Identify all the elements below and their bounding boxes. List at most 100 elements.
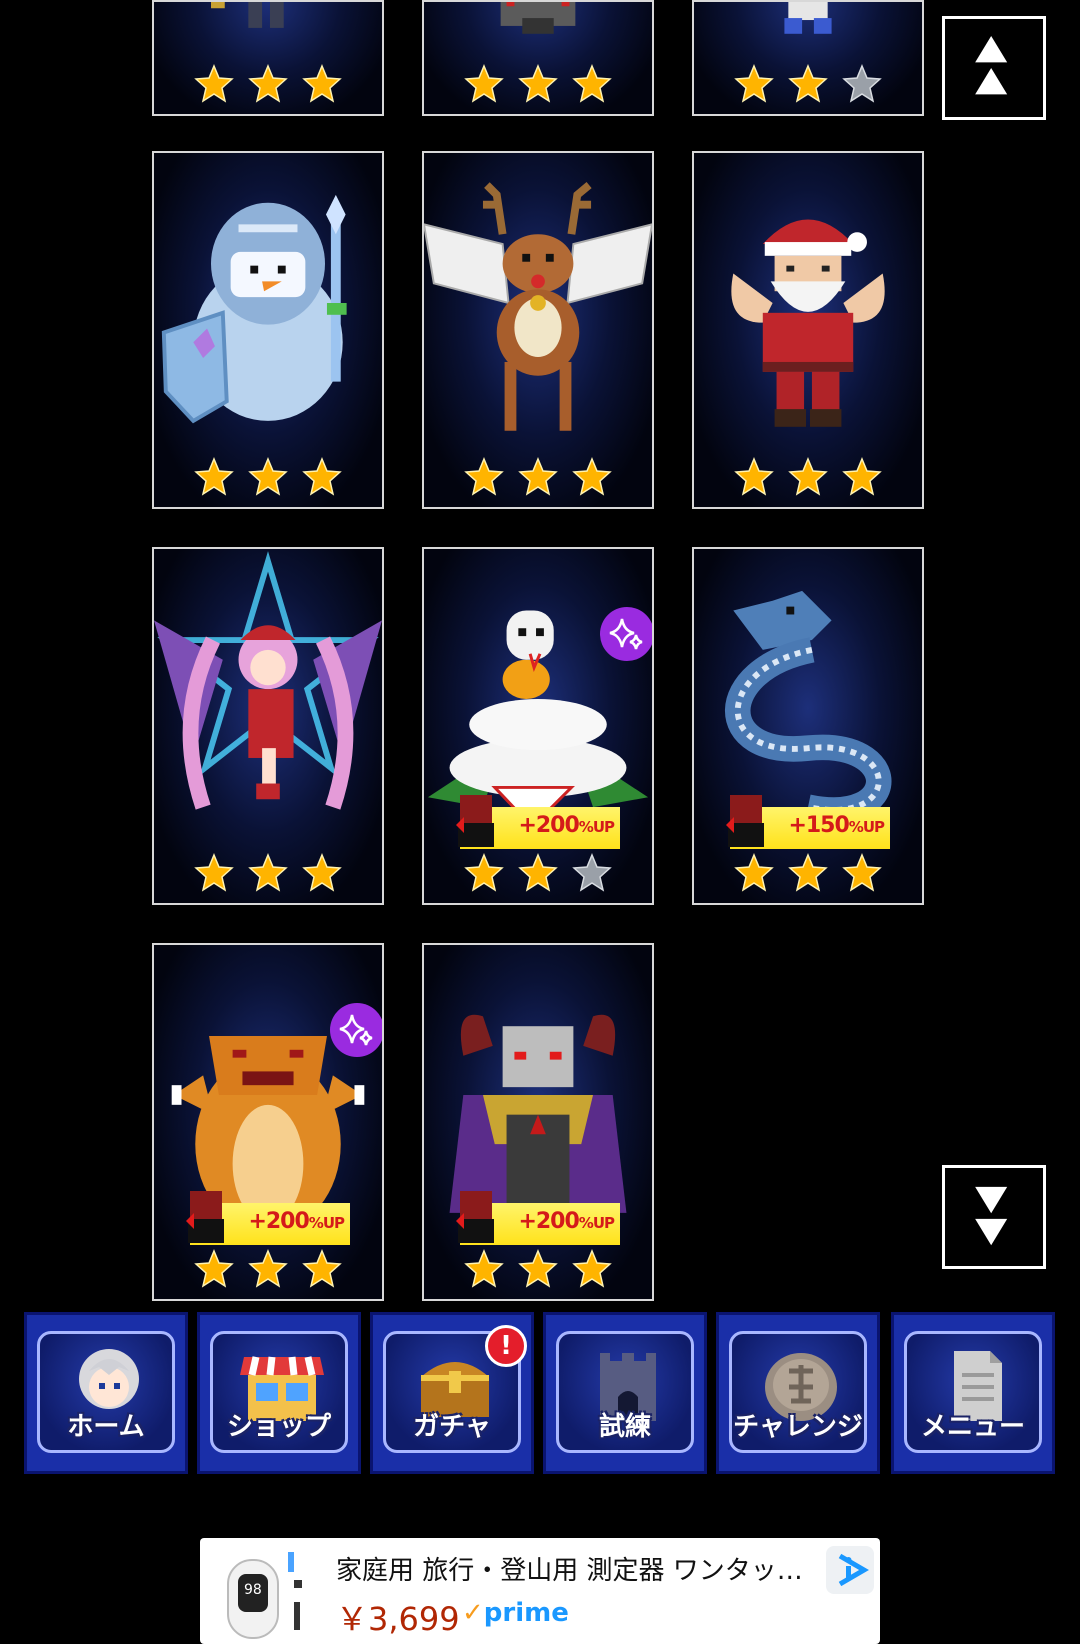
muscle-santa-art <box>731 219 885 427</box>
ad-info-button[interactable] <box>826 1546 874 1594</box>
star-filled-icon <box>302 64 342 103</box>
double-up-arrow-icon <box>975 35 1008 95</box>
star-filled-icon <box>788 457 828 496</box>
star-filled-icon <box>518 64 558 103</box>
character-card[interactable]: +200%UP <box>152 943 384 1301</box>
bonus-unit: %UP <box>848 818 885 836</box>
nav-label: ホーム <box>67 1412 145 1442</box>
bonus-unit: %UP <box>578 1214 615 1232</box>
character-art <box>500 2 576 34</box>
prime-badge: ✓prime <box>462 1598 569 1628</box>
star-filled-icon <box>248 64 288 103</box>
nav-label: メニュー <box>920 1412 1025 1442</box>
character-art <box>784 2 832 34</box>
star-filled-icon <box>518 853 558 892</box>
sparkle-icon <box>600 607 652 661</box>
star-filled-icon <box>518 457 558 496</box>
star-rating <box>424 64 652 104</box>
ad-info-icon <box>838 1553 869 1587</box>
character-card[interactable] <box>152 0 384 116</box>
event-emblem-icon <box>726 795 764 847</box>
star-filled-icon <box>518 1249 558 1288</box>
nav-label: ガチャ <box>413 1412 491 1442</box>
character-card[interactable]: +200%UP <box>422 547 654 905</box>
star-filled-icon <box>194 457 234 496</box>
bonus-value: +200 <box>518 813 579 838</box>
snowman-knight-art <box>161 194 347 424</box>
nav-challenge-button[interactable]: チャレンジ <box>716 1312 880 1474</box>
character-card[interactable] <box>692 0 924 116</box>
event-emblem-icon <box>456 1191 494 1243</box>
scroll-top-button[interactable] <box>942 16 1046 120</box>
character-card[interactable] <box>422 0 654 116</box>
star-filled-icon <box>464 457 504 496</box>
double-down-arrow-icon <box>975 1186 1008 1246</box>
thumbnail-reading: 98 <box>244 1582 262 1598</box>
star-filled-icon <box>734 64 774 103</box>
star-filled-icon <box>302 457 342 496</box>
nav-trial-button[interactable]: 試練 <box>543 1312 707 1474</box>
star-filled-icon <box>842 853 882 892</box>
star-filled-icon <box>302 1249 342 1288</box>
nav-label: ショップ <box>226 1412 331 1442</box>
star-filled-icon <box>842 457 882 496</box>
check-icon: ✓ <box>462 1598 484 1628</box>
nav-shop-button[interactable]: ショップ <box>197 1312 361 1474</box>
star-rating <box>154 853 382 893</box>
bonus-unit: %UP <box>578 818 615 836</box>
star-filled-icon <box>464 64 504 103</box>
character-card[interactable] <box>152 151 384 509</box>
bonus-unit: %UP <box>308 1214 345 1232</box>
star-filled-icon <box>194 64 234 103</box>
bonus-value: +200 <box>518 1209 579 1234</box>
ad-price: ￥3,699 <box>336 1600 460 1638</box>
character-card[interactable] <box>152 547 384 905</box>
nav-label: チャレンジ <box>733 1412 863 1442</box>
nav-gacha-button[interactable]: ! ガチャ <box>370 1312 534 1474</box>
scroll-bottom-button[interactable] <box>942 1165 1046 1269</box>
santa-demon-girl-art <box>154 551 382 810</box>
star-filled-icon <box>302 853 342 892</box>
star-rating <box>154 64 382 104</box>
star-empty-icon <box>842 64 882 103</box>
character-card[interactable] <box>422 151 654 509</box>
nav-menu-button[interactable]: メニュー <box>891 1312 1055 1474</box>
winged-reindeer-art <box>424 182 652 431</box>
character-card[interactable] <box>692 151 924 509</box>
character-art <box>211 2 284 28</box>
ad-title[interactable]: 家庭用 旅行・登山用 測定器 ワンタッ… <box>336 1550 803 1587</box>
event-bonus-badge: +150%UP <box>726 795 890 849</box>
star-rating <box>154 1249 382 1289</box>
nav-home-button[interactable]: ホーム <box>24 1312 188 1474</box>
star-filled-icon <box>464 1249 504 1288</box>
event-emblem-icon <box>186 1191 224 1243</box>
event-bonus-badge: +200%UP <box>456 1191 620 1245</box>
character-card[interactable]: +150%UP <box>692 547 924 905</box>
star-rating <box>154 457 382 497</box>
star-filled-icon <box>194 853 234 892</box>
star-filled-icon <box>572 1249 612 1288</box>
star-filled-icon <box>572 64 612 103</box>
event-bonus-badge: +200%UP <box>456 795 620 849</box>
star-rating <box>424 853 652 893</box>
bonus-value: +200 <box>248 1209 309 1234</box>
star-rating <box>694 64 922 104</box>
star-filled-icon <box>788 64 828 103</box>
star-rating <box>694 457 922 497</box>
event-emblem-icon <box>456 795 494 847</box>
product-thumbnail: 98 <box>227 1552 302 1639</box>
star-filled-icon <box>464 853 504 892</box>
star-filled-icon <box>572 457 612 496</box>
ad-banner[interactable]: 98 家庭用 旅行・登山用 測定器 ワンタッ… ￥3,699 ✓prime <box>200 1538 880 1644</box>
star-filled-icon <box>194 1249 234 1288</box>
star-filled-icon <box>734 457 774 496</box>
star-filled-icon <box>248 853 288 892</box>
star-filled-icon <box>734 853 774 892</box>
event-bonus-badge: +200%UP <box>186 1191 350 1245</box>
star-rating <box>424 1249 652 1289</box>
sparkle-icon <box>330 1003 382 1057</box>
character-card[interactable]: +200%UP <box>422 943 654 1301</box>
prime-label: prime <box>483 1598 569 1628</box>
nav-label: 試練 <box>598 1412 651 1442</box>
star-empty-icon <box>572 853 612 892</box>
